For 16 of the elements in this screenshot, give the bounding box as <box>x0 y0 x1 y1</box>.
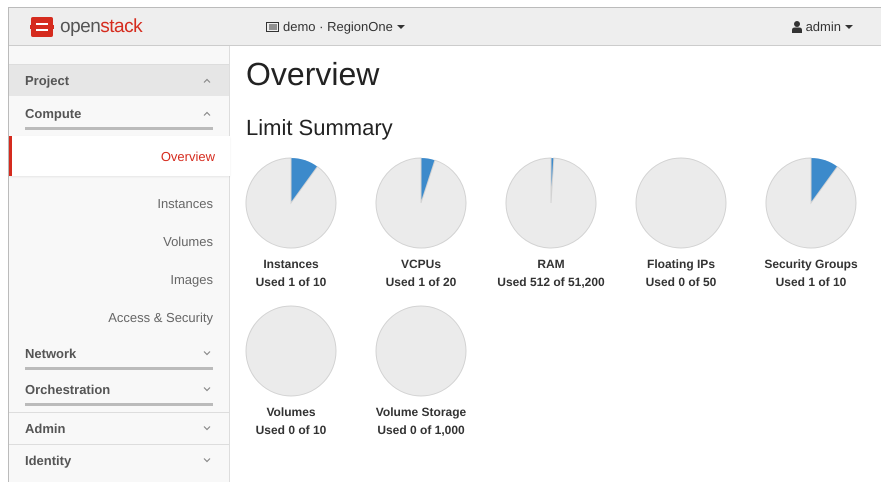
quota-name: VCPUs <box>400 257 441 271</box>
quota-usage: Used 1 of 20 <box>386 275 456 289</box>
quota-usage: Used 0 of 1,000 <box>377 423 465 437</box>
quota-name: Instances <box>263 257 319 271</box>
quota-usage: Used 0 of 50 <box>646 275 716 289</box>
quota-usage: Used 1 of 10 <box>776 275 846 289</box>
quota-usage: Used 1 of 10 <box>256 275 326 289</box>
section-heading: Limit Summary <box>246 115 394 141</box>
quota-usage: Used 0 of 10 <box>256 423 326 437</box>
quota-name: Security Groups <box>764 257 858 271</box>
quota-name: Floating IPs <box>646 257 715 271</box>
quota-usage: Used 512 of 51,200 <box>497 275 605 289</box>
quota-name: Volume Storage <box>376 405 466 419</box>
quota-name: Volumes <box>266 405 316 419</box>
page-title: Overview <box>246 56 380 93</box>
quota-name: RAM <box>537 257 565 271</box>
